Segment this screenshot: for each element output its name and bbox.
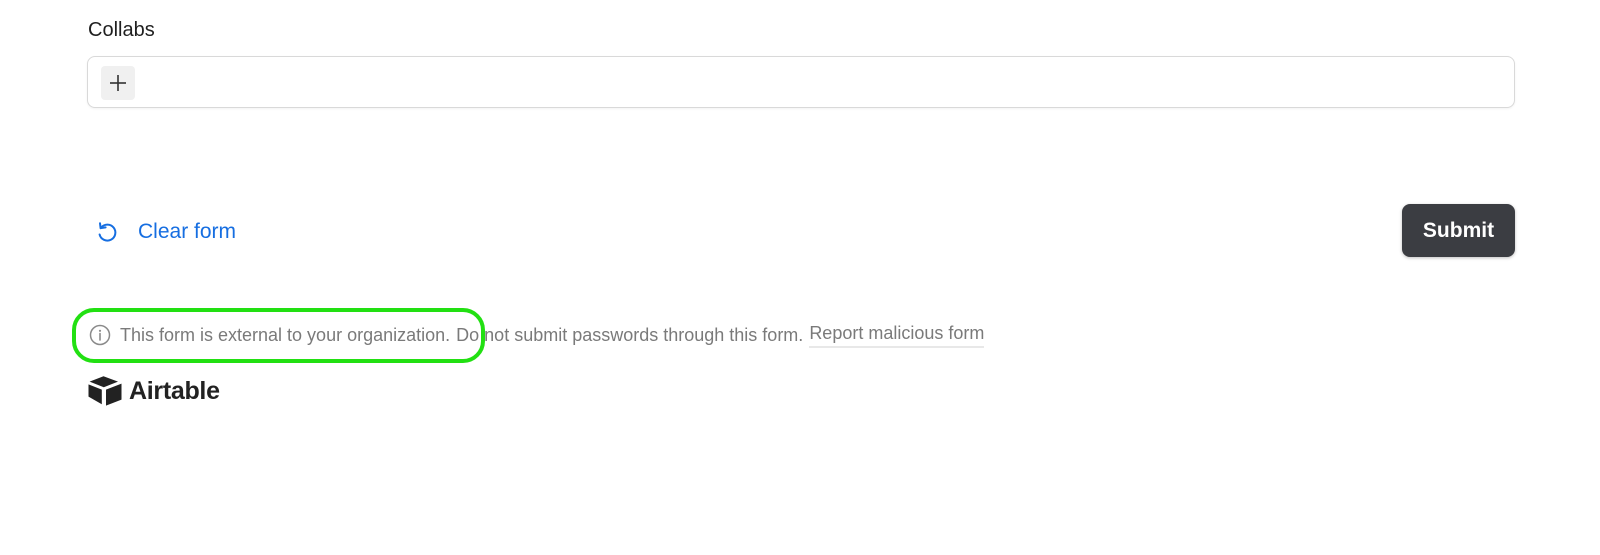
external-form-notice: This form is external to your organizati… bbox=[89, 322, 985, 348]
submit-button[interactable]: Submit bbox=[1402, 204, 1515, 257]
undo-icon bbox=[94, 219, 120, 245]
external-organization-text: This form is external to your organizati… bbox=[120, 324, 451, 345]
collabs-linked-record-field[interactable] bbox=[87, 56, 1515, 108]
report-malicious-form-link[interactable]: Report malicious form bbox=[809, 323, 985, 348]
airtable-wordmark: Airtable bbox=[129, 376, 220, 405]
plus-icon bbox=[108, 73, 128, 93]
info-icon bbox=[89, 324, 111, 346]
add-record-button[interactable] bbox=[101, 66, 135, 100]
clear-form-button[interactable]: Clear form bbox=[94, 214, 236, 250]
password-warning-text: Do not submit passwords through this for… bbox=[456, 324, 804, 345]
field-label-collabs: Collabs bbox=[88, 19, 155, 41]
airtable-logo-icon bbox=[87, 375, 123, 407]
clear-form-label: Clear form bbox=[138, 220, 237, 243]
airtable-brand[interactable]: Airtable bbox=[87, 375, 220, 407]
